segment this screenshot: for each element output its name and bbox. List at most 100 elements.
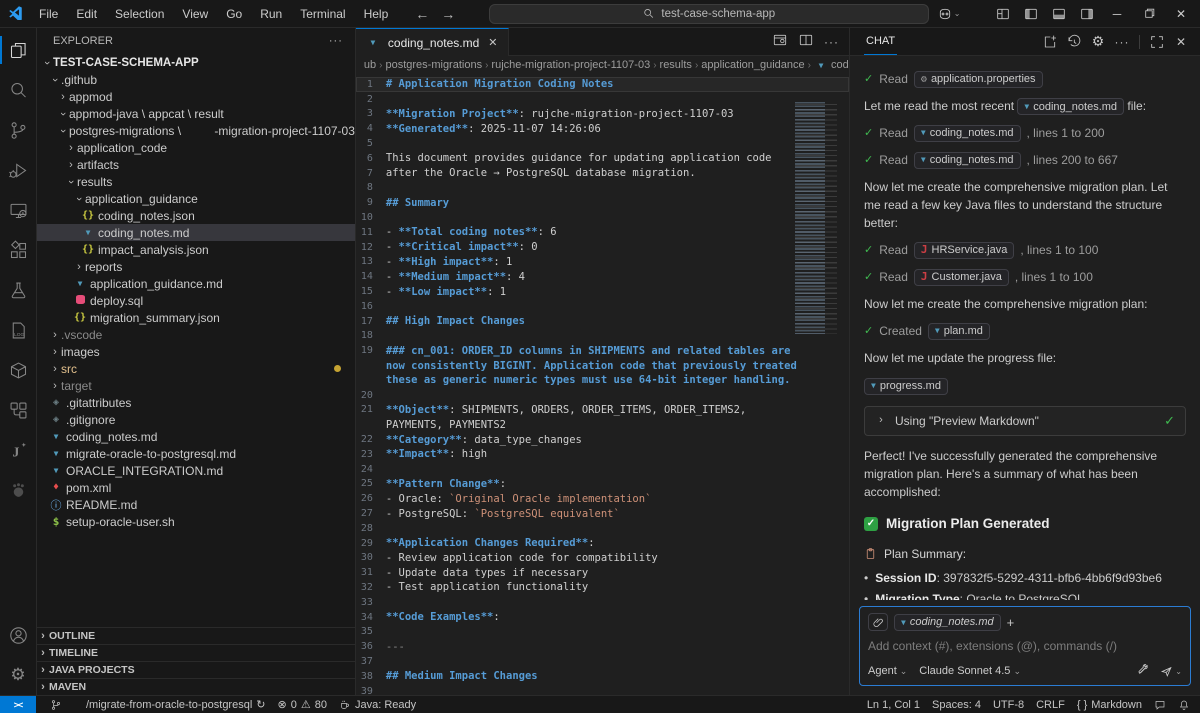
file-chip-progress-md[interactable]: ▼progress.md [864,378,948,395]
java-status-item[interactable]: Java: Ready [333,696,422,713]
tree-item-impact-analysis-json[interactable]: {}impact_analysis.json [37,241,355,258]
customize-layout-button[interactable] [990,2,1016,26]
sync-icon[interactable]: ↻ [256,698,265,711]
tree-item-setup-oracle-user-sh[interactable]: $setup-oracle-user.sh [37,513,355,530]
tree-item-results[interactable]: ›results [37,173,355,190]
chat-input-placeholder[interactable]: Add context (#), extensions (@), command… [868,639,1182,653]
close-panel-button[interactable]: ✕ [1170,31,1192,53]
menu-selection[interactable]: Selection [106,0,173,28]
tree-item-application-guidance[interactable]: ›application_guidance [37,190,355,207]
tool-call-row[interactable]: ✓Read⚙application.properties [864,70,1186,88]
breadcrumb-item-coding-notes-md[interactable]: ▼coding_notes.md [814,59,849,71]
chat-history-button[interactable] [1063,31,1085,53]
restore-button[interactable] [1134,0,1164,28]
tree-item-target[interactable]: ›target [37,377,355,394]
chat-settings-gear-icon[interactable]: ⚙ [1087,31,1109,53]
tree-item-application-code[interactable]: ›application_code [37,139,355,156]
file-chip-coding-notes-md[interactable]: ▼coding_notes.md [914,152,1021,169]
tool-collapse-box[interactable]: ›Using "Preview Markdown"✓ [864,406,1186,436]
file-chip-coding-notes-md[interactable]: ▼coding_notes.md [914,125,1021,142]
file-chip-hrservice-java[interactable]: JHRService.java [914,242,1014,259]
activity-copilot-paw-icon[interactable] [0,470,36,510]
breadcrumb-item-ub[interactable]: ub [364,59,376,71]
file-chip-application-properties[interactable]: ⚙application.properties [914,71,1043,88]
feedback-button[interactable] [1148,699,1172,711]
close-window-button[interactable]: ✕ [1166,0,1196,28]
tree-item-appmod-java-appcat-result[interactable]: ›appmod-java \ appcat \ result [37,105,355,122]
tree-item-deploy-sql[interactable]: deploy.sql [37,292,355,309]
section-maven[interactable]: ›MAVEN [37,678,355,695]
tool-call-row[interactable]: ✓Read▼coding_notes.md, lines 200 to 667 [864,151,1186,169]
explorer-more-button[interactable]: ··· [329,35,343,47]
activity-settings-gear-icon[interactable]: ⚙ [0,655,36,695]
tree-item-pom-xml[interactable]: ♦pom.xml [37,479,355,496]
add-context-button[interactable]: + [1007,615,1015,630]
toggle-primary-sidebar-button[interactable] [1018,2,1044,26]
activity-java-icon[interactable]: J [0,430,36,470]
minimap[interactable] [793,102,841,334]
tree-item-appmod[interactable]: ›appmod [37,88,355,105]
git-branch-item[interactable]: /migrate-from-oracle-to-postgresql ↻ [44,696,272,713]
activity-testing-icon[interactable] [0,270,36,310]
menu-run[interactable]: Run [251,0,291,28]
tree-item-postgres-migrations[interactable]: ›postgres-migrations \ -migration-projec… [37,122,355,139]
activity-remote-explorer-icon[interactable] [0,190,36,230]
eol-item[interactable]: CRLF [1030,699,1071,711]
breadcrumb-item-results[interactable]: results [660,59,692,71]
tree-item-oracle-integration-md[interactable]: ▼ORACLE_INTEGRATION.md [37,462,355,479]
file-chip-plan-md[interactable]: ▼plan.md [928,323,990,340]
section-timeline[interactable]: ›TIMELINE [37,644,355,661]
section-java-projects[interactable]: ›JAVA PROJECTS [37,661,355,678]
toggle-panel-button[interactable] [1046,2,1072,26]
chat-more-actions-button[interactable]: ··· [1111,31,1133,53]
tree-item-migrate-oracle-to-postgresql-m[interactable]: ▼migrate-oracle-to-postgresql.md [37,445,355,462]
tool-call-row[interactable]: ✓Created▼plan.md [864,322,1186,340]
encoding-item[interactable]: UTF-8 [987,699,1030,711]
cursor-position-item[interactable]: Ln 1, Col 1 [861,699,926,711]
activity-project-manager-icon[interactable] [0,390,36,430]
chat-input-box[interactable]: ▼ coding_notes.md + Add context (#), ext… [859,606,1191,686]
tree-item-application-guidance-md[interactable]: ▼application_guidance.md [37,275,355,292]
notifications-button[interactable] [1172,699,1200,711]
tree-item-coding-notes-json[interactable]: {}coding_notes.json [37,207,355,224]
tree-item-images[interactable]: ›images [37,343,355,360]
menu-go[interactable]: Go [217,0,251,28]
send-button[interactable]: ⌄ [1160,665,1182,678]
section-outline[interactable]: ›OUTLINE [37,627,355,644]
activity-source-control-icon[interactable] [0,110,36,150]
open-preview-button[interactable] [772,32,788,51]
minimize-button[interactable]: ─ [1102,0,1132,28]
remote-indicator[interactable]: >< [0,696,36,713]
activity-extensions-icon[interactable] [0,230,36,270]
back-button[interactable]: ← [411,6,433,22]
activity-run-and-debug-icon[interactable] [0,150,36,190]
attach-context-button[interactable] [868,613,888,631]
maximize-panel-button[interactable] [1146,31,1168,53]
menu-file[interactable]: File [30,0,67,28]
activity-search-icon[interactable] [0,70,36,110]
activity-explorer-icon[interactable] [0,30,36,70]
tool-call-row[interactable]: ✓Read▼coding_notes.md, lines 1 to 200 [864,124,1186,142]
context-file-chip[interactable]: ▼ coding_notes.md [894,614,1001,631]
tree-item-gitignore[interactable]: ◈.gitignore [37,411,355,428]
breadcrumb-item-rujche-migration-project-1107-03[interactable]: rujche-migration-project-1107-03 [491,59,650,71]
file-chip-customer-java[interactable]: JCustomer.java [914,269,1009,286]
chat-tab[interactable]: CHAT [864,28,897,55]
tree-item-vscode[interactable]: ›.vscode [37,326,355,343]
tool-call-row[interactable]: ✓ReadJHRService.java, lines 1 to 100 [864,241,1186,259]
problems-item[interactable]: ⊗0 ⚠80 [272,696,333,713]
indentation-item[interactable]: Spaces: 4 [926,699,987,711]
tree-item-gitattributes[interactable]: ◈.gitattributes [37,394,355,411]
activity-output-log-icon[interactable]: LOG [0,310,36,350]
tree-item-coding-notes-md[interactable]: ▼coding_notes.md [37,428,355,445]
activity-accounts-icon[interactable] [0,615,36,655]
language-mode-item[interactable]: { }Markdown [1071,699,1148,711]
menu-view[interactable]: View [173,0,217,28]
model-picker-dropdown[interactable]: Claude Sonnet 4.5⌄ [919,665,1021,677]
tree-item-readme-md[interactable]: ⓘREADME.md [37,496,355,513]
tree-item-test-case-schema-app[interactable]: ›TEST-CASE-SCHEMA-APP [37,54,355,71]
breadcrumb-item-application-guidance[interactable]: application_guidance [701,59,804,71]
activity-containers-icon[interactable] [0,350,36,390]
file-chip-coding-notes-md[interactable]: ▼coding_notes.md [1017,98,1124,115]
tool-call-row[interactable]: ✓ReadJCustomer.java, lines 1 to 100 [864,268,1186,286]
